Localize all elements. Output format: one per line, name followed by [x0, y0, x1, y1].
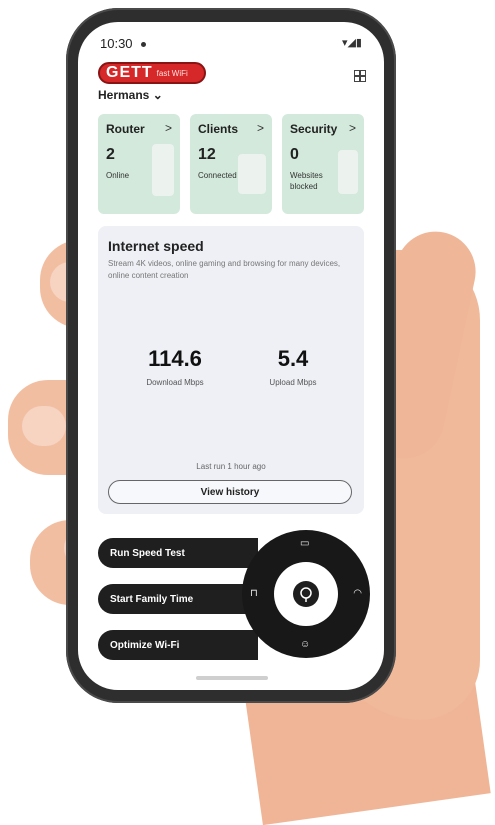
center-icon[interactable]	[293, 581, 319, 607]
last-run-text: Last run 1 hour ago	[196, 462, 266, 471]
status-time: 10:30	[100, 36, 133, 51]
laptop-device-image	[238, 154, 266, 194]
logo-sub: fast WiFi	[156, 68, 188, 78]
card-value: 2	[106, 146, 115, 163]
app-logo: GETT fast WiFi	[98, 62, 206, 84]
status-icons: ▾◢▮	[341, 37, 362, 49]
security-card[interactable]: Security > 0 Websites blocked	[282, 114, 364, 214]
card-title: Clients	[198, 122, 239, 136]
home-indicator	[196, 676, 268, 680]
download-value: 114.6	[148, 346, 202, 371]
wheel-inner	[274, 562, 338, 626]
chevron-down-icon: ⌄	[152, 88, 163, 102]
chevron-right-icon: >	[256, 121, 264, 135]
card-title: Security	[290, 122, 338, 136]
network-selector[interactable]: Hermans ⌄	[98, 88, 163, 102]
phone-screen: 10:30 ▾◢▮ GETT fast WiFi Hermans ⌄ Route…	[78, 22, 384, 690]
internet-speed-card: Internet speed Stream 4K videos, online …	[98, 226, 364, 514]
chevron-right-icon: >	[348, 121, 356, 135]
speed-description: Stream 4K videos, online gaming and brow…	[108, 259, 341, 280]
upload-metric: 5.4 Upload Mbps	[238, 346, 348, 387]
router-icon[interactable]: ⊓	[250, 588, 258, 599]
upload-value: 5.4	[277, 346, 309, 371]
network-name: Hermans	[98, 88, 150, 102]
logo-main: GETT	[106, 64, 153, 81]
tv-icon[interactable]: ▭	[300, 538, 309, 549]
download-label: Download Mbps	[146, 378, 204, 387]
wifi-icon[interactable]: ◠	[353, 588, 362, 599]
card-subtitle: Online	[106, 171, 130, 180]
control-wheel[interactable]: ▭ ◠ ☺ ⊓	[242, 530, 370, 658]
card-value: 0	[290, 146, 299, 163]
view-history-button[interactable]: View history	[108, 480, 352, 504]
security-device-image	[338, 150, 358, 194]
start-family-time-button[interactable]: Start Family Time	[98, 584, 258, 614]
run-speed-test-button[interactable]: Run Speed Test	[98, 538, 258, 568]
status-dot	[141, 42, 146, 47]
card-value: 12	[198, 146, 216, 163]
optimize-wifi-button[interactable]: Optimize Wi-Fi	[98, 630, 258, 660]
chevron-right-icon: >	[164, 121, 172, 135]
clients-card[interactable]: Clients > 12 Connected	[190, 114, 272, 214]
router-device-image	[152, 144, 174, 196]
card-subtitle: Websites blocked	[290, 171, 323, 191]
download-metric: 114.6 Download Mbps	[120, 346, 230, 387]
upload-label: Upload Mbps	[269, 378, 317, 387]
grid-menu-icon[interactable]	[354, 70, 366, 82]
router-card[interactable]: Router > 2 Online	[98, 114, 180, 214]
card-title: Router	[106, 122, 145, 136]
speed-title: Internet speed	[108, 238, 204, 254]
person-icon[interactable]: ☺	[300, 639, 310, 650]
